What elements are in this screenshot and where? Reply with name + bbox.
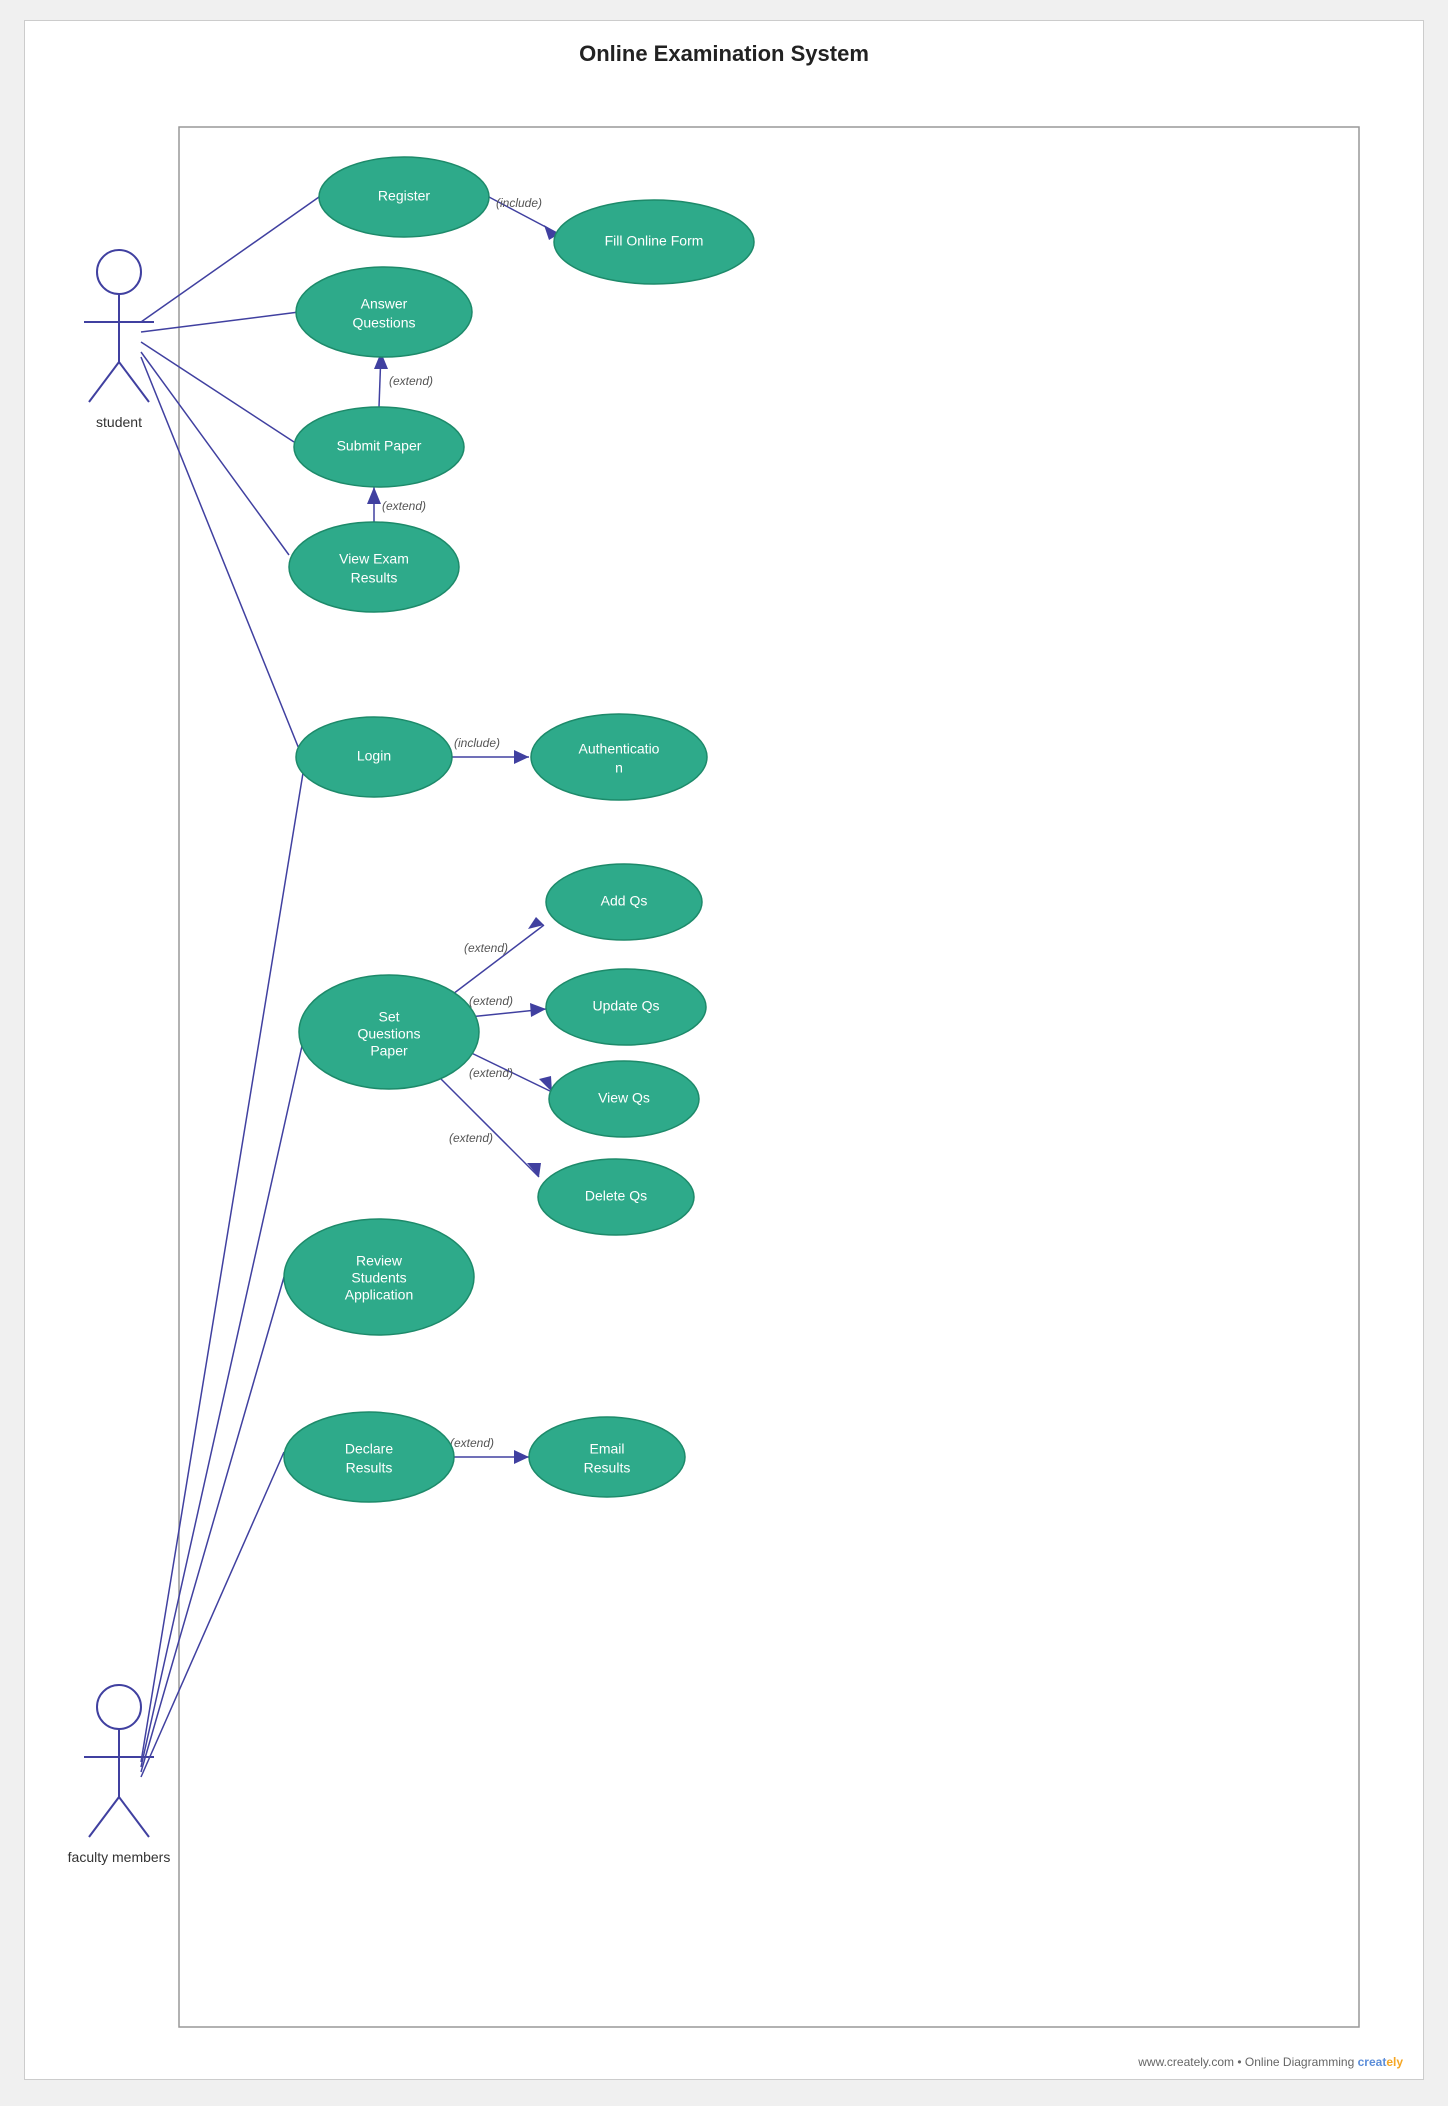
- diagram-title: Online Examination System: [25, 21, 1423, 77]
- uc-declare-results-label2: Results: [346, 1460, 393, 1476]
- label-extend-setq-add: (extend): [464, 941, 508, 955]
- uc-review-app-label2: Students: [351, 1270, 406, 1286]
- student-actor-right-leg: [119, 362, 149, 402]
- label-include-login: (include): [454, 736, 500, 750]
- page-container: Online Examination System student: [24, 20, 1424, 2080]
- line-student-login: [141, 357, 299, 749]
- uc-declare-results-label1: Declare: [345, 1441, 393, 1457]
- label-include-register: (include): [496, 196, 542, 210]
- uc-auth: [531, 714, 707, 800]
- label-extend-setq-view: (extend): [469, 1066, 513, 1080]
- line-setq-addqs: [449, 925, 544, 997]
- arrow-declare-email: [514, 1450, 529, 1464]
- uc-answer-q: [296, 267, 472, 357]
- uc-login-label: Login: [357, 748, 391, 764]
- student-actor-head: [97, 250, 141, 294]
- uc-view-results-label2: Results: [351, 570, 398, 586]
- label-extend-setq-delete: (extend): [449, 1131, 493, 1145]
- uc-set-q-paper-label2: Questions: [357, 1026, 420, 1042]
- line-faculty-declare: [141, 1452, 284, 1777]
- creately-badge: www.creately.com • Online Diagramming cr…: [1138, 2055, 1403, 2069]
- line-faculty-review: [141, 1277, 284, 1772]
- uc-answer-q-label1: Answer: [361, 296, 408, 312]
- uc-update-qs-label: Update Qs: [593, 998, 660, 1014]
- uc-email-results: [529, 1417, 685, 1497]
- line-faculty-setq: [141, 1037, 304, 1767]
- uc-view-qs-label: View Qs: [598, 1090, 650, 1106]
- uc-fill-form-label: Fill Online Form: [605, 233, 704, 249]
- uc-add-qs-label: Add Qs: [601, 893, 648, 909]
- label-extend-view: (extend): [382, 499, 426, 513]
- label-extend-setq-update: (extend): [469, 994, 513, 1008]
- arrow-extend-view: [367, 487, 381, 504]
- faculty-actor-head: [97, 1685, 141, 1729]
- uc-declare-results: [284, 1412, 454, 1502]
- creately-brand-create: creat: [1358, 2055, 1387, 2069]
- uc-auth-label1: Authenticatio: [579, 741, 660, 757]
- student-actor-left-leg: [89, 362, 119, 402]
- uc-review-app-label1: Review: [356, 1253, 403, 1269]
- uc-email-results-label1: Email: [589, 1441, 624, 1457]
- line-student-submit: [141, 342, 294, 442]
- line-setq-deleteqs: [439, 1077, 539, 1177]
- arrow-login-auth: [514, 750, 529, 764]
- uc-submit-paper-label: Submit Paper: [337, 438, 422, 454]
- line-student-view: [141, 352, 289, 555]
- line-student-answer: [141, 312, 299, 332]
- faculty-label: faculty members: [68, 1849, 171, 1865]
- creately-brand-ly: ely: [1386, 2055, 1403, 2069]
- label-extend-submit: (extend): [389, 374, 433, 388]
- uc-answer-q-label2: Questions: [352, 315, 415, 331]
- faculty-actor-right-leg: [119, 1797, 149, 1837]
- uc-delete-qs-label: Delete Qs: [585, 1188, 647, 1204]
- uc-review-app-label3: Application: [345, 1287, 414, 1303]
- faculty-actor-left-leg: [89, 1797, 119, 1837]
- uc-set-q-paper-label3: Paper: [370, 1043, 408, 1059]
- uc-register-label: Register: [378, 188, 430, 204]
- diagram-area: student faculty members: [25, 77, 1423, 2077]
- uc-view-results-label1: View Exam: [339, 551, 409, 567]
- uc-auth-label2: n: [615, 760, 623, 776]
- student-label: student: [96, 414, 142, 430]
- arrow-setq-updateqs: [530, 1003, 546, 1017]
- line-student-register: [141, 197, 319, 322]
- creately-url: www.creately.com • Online Diagramming: [1138, 2055, 1354, 2069]
- label-extend-declare: (extend): [450, 1436, 494, 1450]
- line-faculty-login: [141, 767, 304, 1762]
- uc-view-results: [289, 522, 459, 612]
- uc-email-results-label2: Results: [584, 1460, 631, 1476]
- arrow-setq-deleteqs: [527, 1163, 541, 1177]
- uc-set-q-paper-label1: Set: [378, 1009, 399, 1025]
- diagram-svg: student faculty members: [25, 77, 1423, 2077]
